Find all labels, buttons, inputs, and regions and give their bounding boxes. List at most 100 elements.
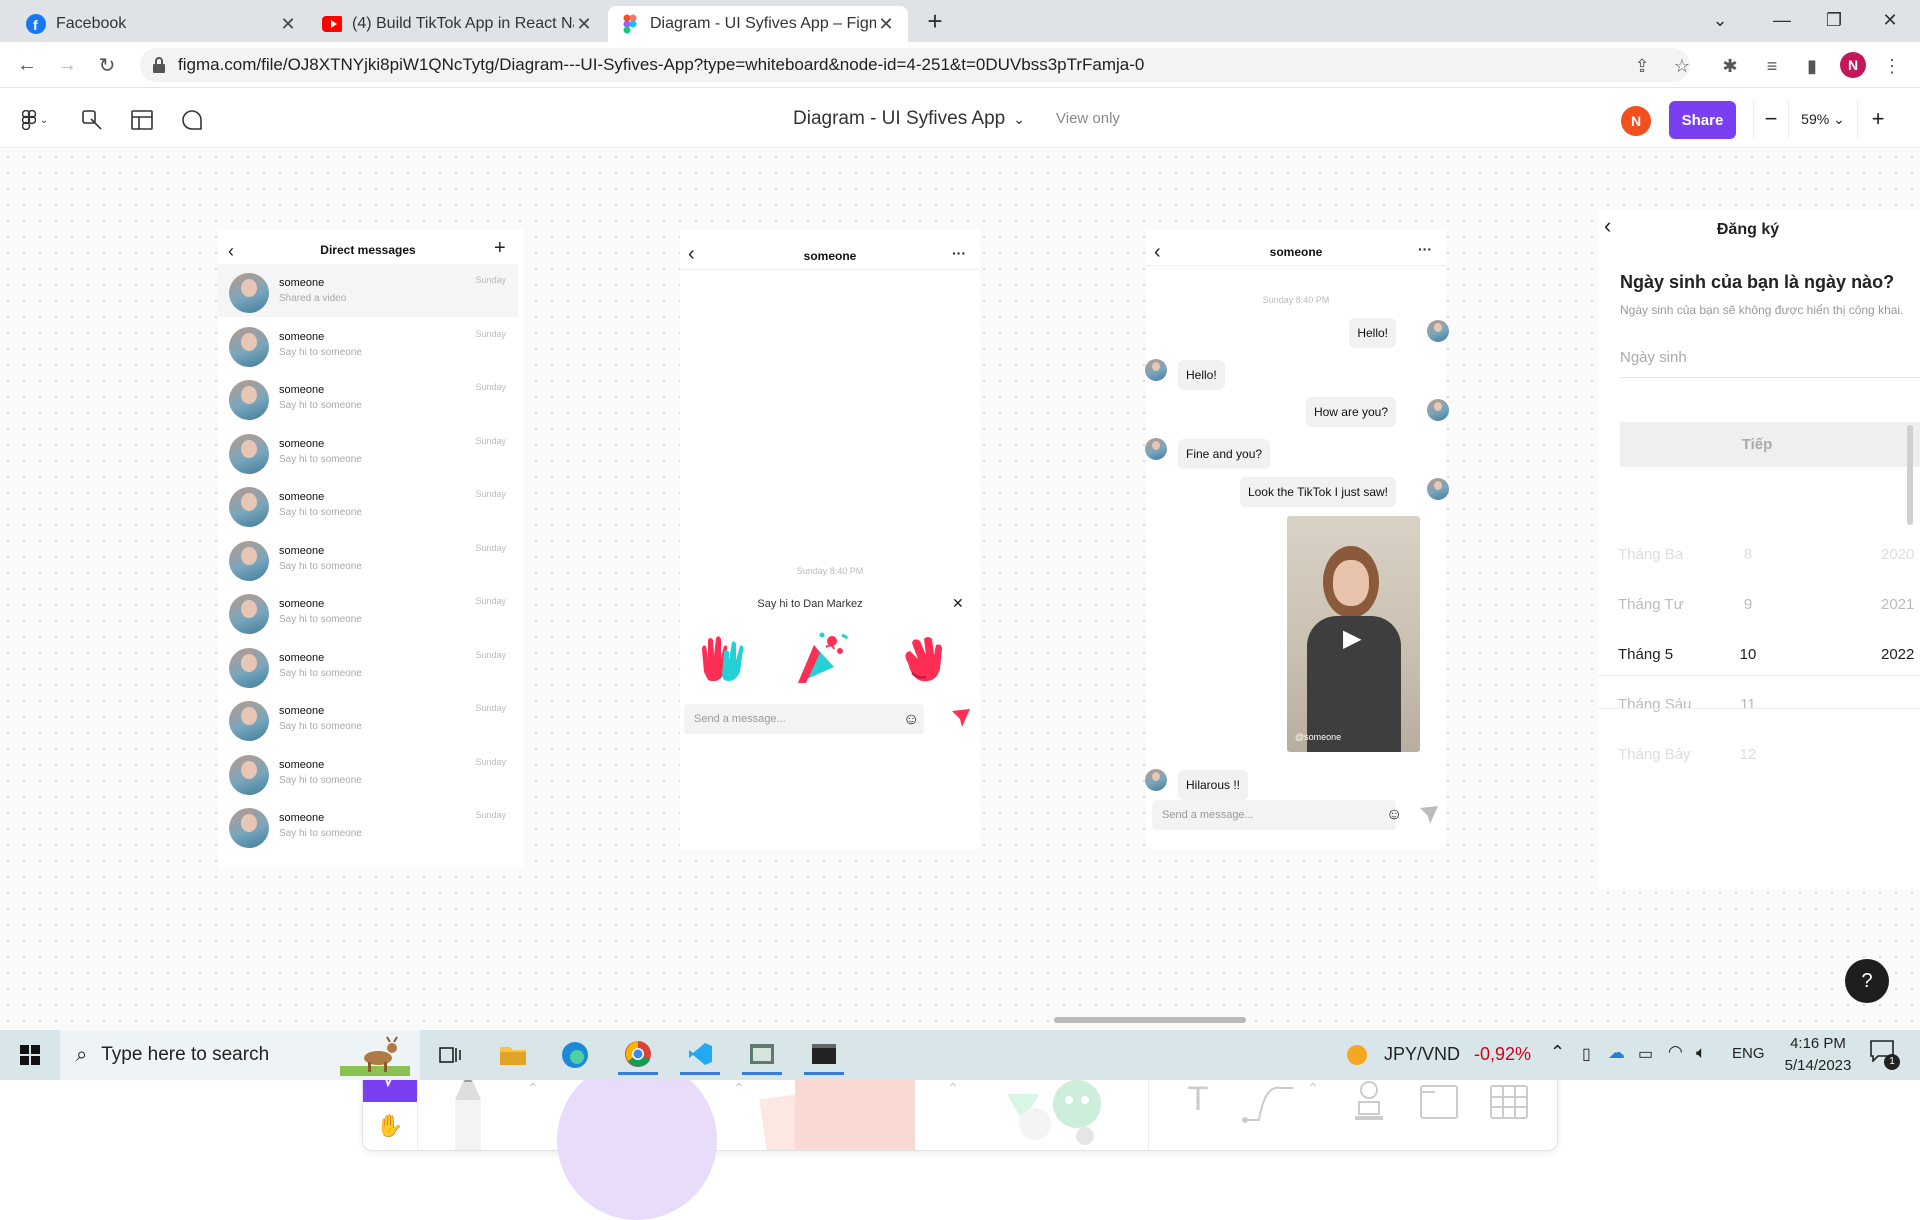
back-arrow-icon[interactable]: ‹ — [228, 241, 234, 262]
tab-search-icon[interactable]: ⌄ — [1692, 0, 1748, 40]
frame-chat-empty[interactable]: ‹ someone ··· Sunday 8:40 PM Say hi to D… — [680, 229, 980, 849]
frame-direct-messages[interactable]: ‹ Direct messages + someone Shared a vide… — [218, 229, 524, 869]
reload-icon[interactable]: ↻ — [92, 50, 122, 80]
birthday-field[interactable]: Ngày sinh — [1620, 349, 1687, 366]
new-tab-button[interactable]: + — [920, 6, 950, 36]
dm-list-item[interactable]: someone Say hi to someone Sunday — [218, 371, 518, 424]
terminal-icon[interactable] — [804, 1035, 844, 1075]
dm-list-item[interactable]: someone Say hi to someone Sunday — [218, 799, 518, 852]
language-indicator[interactable]: ENG — [1732, 1045, 1765, 1062]
device-icon[interactable]: ▯ — [1582, 1044, 1591, 1064]
chevron-up-icon[interactable]: ⌃ — [733, 1080, 745, 1097]
back-arrow-icon[interactable]: ‹ — [1154, 241, 1161, 264]
dm-list-item[interactable]: someone Say hi to someone Sunday — [218, 639, 518, 692]
dm-list-item[interactable]: someone Say hi to someone Sunday — [218, 425, 518, 478]
sticky-note-tool-icon[interactable] — [755, 1072, 935, 1159]
zoom-out-icon[interactable]: − — [1754, 106, 1788, 132]
tab-facebook[interactable]: f Facebook ✕ — [14, 6, 310, 42]
comment-icon[interactable] — [178, 106, 206, 134]
next-button[interactable]: Tiếp — [1620, 422, 1920, 467]
layout-icon[interactable] — [128, 106, 156, 134]
share-page-icon[interactable]: ⇪ — [1630, 54, 1654, 78]
forward-icon[interactable]: → — [52, 50, 82, 80]
play-icon[interactable]: ▶ — [1343, 624, 1361, 653]
stickers-tool-icon[interactable] — [999, 1074, 1109, 1152]
shape-tool-icon[interactable] — [557, 1060, 717, 1220]
chevron-up-icon[interactable]: ⌃ — [1307, 1080, 1319, 1097]
emoji-icon[interactable]: ☺ — [1386, 806, 1402, 824]
ticker-value[interactable]: -0,92% — [1474, 1044, 1531, 1065]
dm-list-item[interactable]: someone Say hi to someone Sunday — [218, 746, 518, 799]
back-arrow-icon[interactable]: ‹ — [688, 243, 695, 266]
chevron-up-icon[interactable]: ⌃ — [527, 1080, 539, 1097]
restore-icon[interactable]: ❐ — [1806, 0, 1862, 40]
stamp-tool-icon[interactable] — [1347, 1078, 1391, 1126]
hand-tool-icon[interactable]: ✋ — [363, 1102, 417, 1150]
chevron-up-icon[interactable]: ⌃ — [947, 1080, 959, 1097]
send-icon[interactable] — [1420, 806, 1438, 829]
frame-chat-conversation[interactable]: ‹ someone ··· Sunday 8:40 PM Hello! Hell… — [1145, 229, 1449, 849]
back-icon[interactable]: ← — [12, 50, 42, 80]
connector-tool-icon[interactable] — [1241, 1080, 1301, 1124]
picker-row[interactable]: Tháng Bảy 12 — [1598, 740, 1920, 770]
picker-row[interactable]: Tháng Ba 8 2020 — [1598, 540, 1920, 570]
address-bar[interactable]: figma.com/file/OJ8XTNYjki8piW1QNcTytg/Di… — [140, 48, 1690, 82]
text-tool-icon[interactable]: T — [1173, 1080, 1223, 1124]
wifi-icon[interactable]: ◠ — [1668, 1042, 1683, 1062]
close-window-icon[interactable]: ✕ — [1862, 0, 1918, 40]
message-input[interactable]: Send a message... — [684, 704, 924, 734]
notification-icon[interactable]: 1 — [1870, 1040, 1900, 1070]
extensions-icon[interactable]: ✱ — [1718, 54, 1742, 78]
video-thumbnail[interactable]: ▶ @someone — [1287, 516, 1420, 752]
taskbar-search[interactable]: ⌕ Type here to search — [60, 1030, 420, 1080]
edge-icon[interactable] — [555, 1035, 595, 1075]
side-panel-icon[interactable]: ▮ — [1800, 54, 1824, 78]
dm-list-item[interactable]: someone Shared a video Sunday — [218, 264, 518, 317]
emoji-icon[interactable]: ☺ — [903, 711, 919, 729]
picker-row[interactable]: Tháng Sáu 11 — [1598, 690, 1920, 720]
waving-hand-sticker-icon[interactable] — [898, 633, 948, 685]
send-icon[interactable] — [952, 709, 970, 732]
tab-figma[interactable]: Diagram - UI Syfives App – Figma ✕ — [608, 6, 908, 42]
task-view-icon[interactable] — [430, 1035, 470, 1075]
dm-list-item[interactable]: someone Say hi to someone Sunday — [218, 692, 518, 745]
zoom-level[interactable]: 59% ⌄ — [1788, 100, 1858, 138]
dm-list-item[interactable]: someone Say hi to someone Sunday — [218, 585, 518, 638]
minimize-icon[interactable]: — — [1754, 0, 1810, 40]
message-input[interactable]: Send a message... — [1152, 800, 1396, 830]
clock-date[interactable]: 5/14/2023 — [1778, 1057, 1858, 1074]
vscode-icon[interactable] — [680, 1035, 720, 1075]
bookmark-star-icon[interactable]: ☆ — [1670, 54, 1694, 78]
share-button[interactable]: Share — [1669, 101, 1736, 139]
user-avatar[interactable]: N — [1621, 106, 1651, 136]
picker-row[interactable]: Tháng Tư 9 2021 — [1598, 590, 1920, 620]
dm-list-item[interactable]: someone Say hi to someone Sunday — [218, 532, 518, 585]
table-tool-icon[interactable] — [1487, 1078, 1531, 1126]
clock-time[interactable]: 4:16 PM — [1778, 1035, 1858, 1052]
close-tab-icon[interactable]: ✕ — [574, 14, 594, 35]
pencil-tool-icon[interactable] — [455, 1070, 481, 1150]
frame-signup-birthday[interactable]: ‹ Đăng ký Ngày sinh của bạn là ngày nào?… — [1598, 209, 1920, 889]
section-tool-icon[interactable] — [1417, 1078, 1461, 1126]
browser-menu-icon[interactable]: ⋮ — [1880, 54, 1904, 78]
close-icon[interactable]: ✕ — [952, 595, 964, 612]
onedrive-icon[interactable]: ☁ — [1608, 1043, 1625, 1063]
close-tab-icon[interactable]: ✕ — [278, 14, 298, 35]
battery-icon[interactable]: ▭ — [1638, 1044, 1653, 1064]
close-tab-icon[interactable]: ✕ — [876, 14, 896, 35]
tab-youtube[interactable]: (4) Build TikTok App in React Nat ✕ — [310, 6, 606, 42]
zoom-in-icon[interactable]: + — [1858, 106, 1898, 132]
figma-menu-icon[interactable]: ⌄ — [16, 106, 54, 134]
volume-icon[interactable]: 🔈︎ — [1696, 1043, 1706, 1063]
windows-start-icon[interactable] — [10, 1035, 50, 1075]
file-explorer-icon[interactable] — [493, 1035, 533, 1075]
more-options-icon[interactable]: ··· — [952, 245, 966, 261]
dm-list-item[interactable]: someone Say hi to someone Sunday — [218, 478, 518, 531]
profile-avatar[interactable]: N — [1840, 52, 1866, 78]
ai-tools-icon[interactable] — [78, 106, 106, 134]
more-options-icon[interactable]: ··· — [1418, 241, 1432, 257]
scrollbar-thumb[interactable] — [1907, 425, 1913, 525]
picker-row[interactable]: Tháng 5 10 2022 — [1598, 640, 1920, 670]
chevron-up-icon[interactable]: ⌃ — [1550, 1042, 1565, 1063]
chrome-icon[interactable] — [618, 1035, 658, 1075]
